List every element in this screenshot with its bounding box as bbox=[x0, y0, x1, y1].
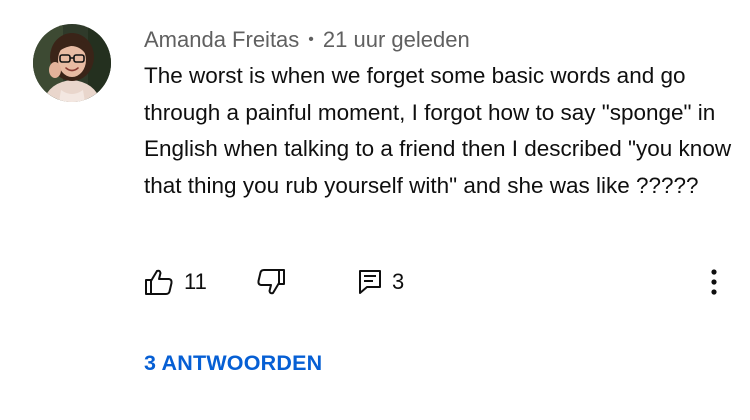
comment-action-bar: 11 3 bbox=[144, 262, 734, 302]
like-button[interactable]: 11 bbox=[144, 262, 207, 302]
comment-icon bbox=[359, 270, 381, 294]
comment-header: Amanda Freitas • 21 uur geleden bbox=[144, 24, 470, 56]
thumbs-up-icon bbox=[145, 269, 173, 295]
dislike-button[interactable] bbox=[256, 262, 286, 302]
reply-count: 3 bbox=[392, 269, 405, 294]
avatar-image bbox=[33, 24, 111, 102]
comment-timestamp[interactable]: 21 uur geleden bbox=[323, 27, 470, 53]
comment-text: The worst is when we forget some basic w… bbox=[144, 63, 732, 198]
author-name[interactable]: Amanda Freitas bbox=[144, 27, 299, 53]
reply-button[interactable]: 3 bbox=[358, 262, 404, 302]
avatar[interactable] bbox=[33, 24, 111, 102]
like-count: 11 bbox=[184, 269, 207, 294]
view-replies-link[interactable]: 3 ANTWOORDEN bbox=[144, 346, 322, 380]
more-actions-button[interactable] bbox=[700, 262, 728, 302]
thumbs-down-icon bbox=[257, 269, 285, 295]
meta-separator: • bbox=[308, 31, 314, 48]
comment-thread: Amanda Freitas • 21 uur geleden The wors… bbox=[0, 0, 750, 420]
more-vertical-icon bbox=[711, 269, 717, 295]
